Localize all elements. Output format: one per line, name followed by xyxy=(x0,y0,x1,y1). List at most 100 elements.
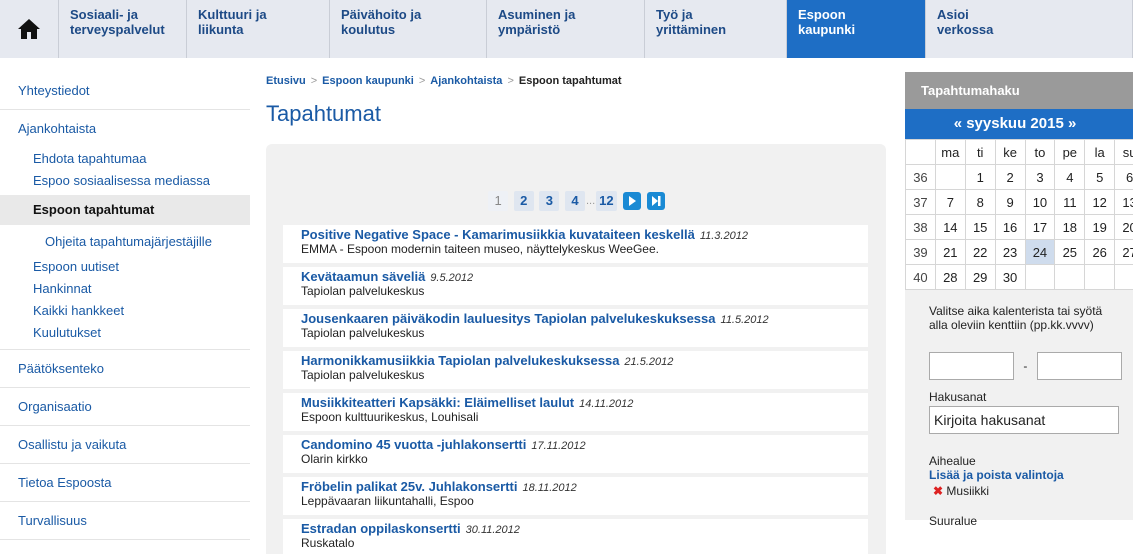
page-2[interactable]: 2 xyxy=(513,191,534,211)
sidebar-item-uutiset[interactable]: Espoon uutiset xyxy=(0,256,250,278)
nav-tab-espoon-kaupunki[interactable]: Espoon kaupunki xyxy=(787,0,926,58)
calendar-day[interactable]: 3 xyxy=(1024,164,1056,190)
breadcrumb-separator: > xyxy=(310,75,318,87)
end-date-input[interactable] xyxy=(1036,352,1122,380)
calendar-day[interactable]: 26 xyxy=(1084,239,1116,265)
calendar-day[interactable]: 27 xyxy=(1114,239,1133,265)
calendar-day[interactable]: 20 xyxy=(1114,214,1133,240)
breadcrumb: Etusivu > Espoon kaupunki > Ajankohtaista > Es… xyxy=(266,72,886,94)
event-title[interactable]: Musiikkiteatteri Kapsäkki: Eläimelliset … xyxy=(301,395,574,410)
event-title[interactable]: Positive Negative Space - Kamarimusiikki… xyxy=(301,227,695,242)
sidebar-item-hankinnat[interactable]: Hankinnat xyxy=(0,278,250,300)
sidebar-item-ohjeita[interactable]: Ohjeita tapahtumajärjestäjille xyxy=(0,228,250,256)
nav-tab-sosiaali[interactable]: Sosiaali- ja terveyspalvelut xyxy=(59,0,187,58)
calendar-day[interactable]: 15 xyxy=(964,214,996,240)
topic-label: Aihealue xyxy=(929,454,976,468)
event-place: Espoon kulttuurikeskus, Louhisali xyxy=(301,410,479,424)
next-page-button[interactable] xyxy=(623,192,642,210)
calendar-day[interactable]: 22 xyxy=(964,239,996,265)
nav-tab-asioi[interactable]: Asioi verkossa xyxy=(926,0,1133,58)
page-4[interactable]: 4 xyxy=(564,191,585,211)
calendar-day[interactable]: 14 xyxy=(934,214,966,240)
event-item: Estradan oppilaskonsertti 30.11.2012 Ruska… xyxy=(283,519,868,554)
event-item: Fröbelin palikat 25v. Juhlakonsertti 18.1… xyxy=(283,477,868,515)
calendar-day[interactable]: 25 xyxy=(1054,239,1086,265)
sidebar-item-osallistu[interactable]: Osallistu ja vaikuta xyxy=(0,426,250,464)
nav-tab-kulttuuri[interactable]: Kulttuuri ja liikunta xyxy=(187,0,330,58)
weekday-label: ma xyxy=(934,139,966,165)
sidebar-item-tapahtumat[interactable]: Espoon tapahtumat xyxy=(0,195,250,225)
calendar-day[interactable]: 17 xyxy=(1024,214,1056,240)
calendar-day[interactable]: 21 xyxy=(934,239,966,265)
calendar-day[interactable]: 28 xyxy=(934,264,966,290)
breadcrumb-ajankohtaista[interactable]: Ajankohtaista xyxy=(430,75,502,87)
breadcrumb-espoon-kaupunki[interactable]: Espoon kaupunki xyxy=(322,75,414,87)
event-title[interactable]: Candomino 45 vuotta -juhlakonsertti xyxy=(301,437,526,452)
calendar-day[interactable]: 29 xyxy=(964,264,996,290)
start-date-input[interactable] xyxy=(929,352,1014,380)
last-page-button[interactable] xyxy=(646,192,665,210)
keywords-input[interactable]: Kirjoita hakusanat xyxy=(929,406,1119,434)
sidebar-item-ajankohtaista[interactable]: Ajankohtaista xyxy=(0,110,250,148)
calendar-day[interactable]: 30 xyxy=(994,264,1026,290)
event-search-heading: Tapahtumahaku xyxy=(905,72,1133,109)
event-title[interactable]: Fröbelin palikat 25v. Juhlakonsertti xyxy=(301,479,518,494)
sidebar-item-kuulutukset[interactable]: Kuulutukset xyxy=(0,322,250,350)
selected-topic: ✖ Musiikki xyxy=(929,484,1133,498)
event-place: EMMA - Espoon modernin taiteen museo, nä… xyxy=(301,242,659,256)
calendar-day[interactable]: 19 xyxy=(1084,214,1116,240)
calendar-day[interactable]: 6 xyxy=(1114,164,1133,190)
event-title[interactable]: Harmonikkamusiikkia Tapiolan palvelukesk… xyxy=(301,353,619,368)
calendar-week-row: 37 7 8 9 10 11 12 13 xyxy=(905,189,1133,215)
breadcrumb-home[interactable]: Etusivu xyxy=(266,75,306,87)
calendar-day[interactable]: 9 xyxy=(994,189,1026,215)
calendar-day[interactable]: 5 xyxy=(1084,164,1116,190)
home-button[interactable] xyxy=(0,0,59,58)
page-3[interactable]: 3 xyxy=(539,191,560,211)
remove-icon[interactable]: ✖ xyxy=(933,484,943,498)
sidebar-item-ehdota[interactable]: Ehdota tapahtumaa xyxy=(0,148,250,170)
calendar-day-today[interactable]: 24 xyxy=(1024,239,1056,265)
event-search-panel: Tapahtumahaku « syyskuu 2015 » ma ti ke … xyxy=(905,72,1133,528)
event-list: Positive Negative Space - Kamarimusiikki… xyxy=(283,225,868,554)
date-instructions: Valitse aika kalenterista tai syötä alla… xyxy=(929,304,1103,332)
weekday-label: to xyxy=(1024,139,1056,165)
calendar-day[interactable]: 23 xyxy=(994,239,1026,265)
calendar-day[interactable]: 16 xyxy=(994,214,1026,240)
calendar-day[interactable]: 10 xyxy=(1024,189,1056,215)
calendar-day[interactable]: 1 xyxy=(964,164,996,190)
sidebar-item-yhteystiedot[interactable]: Yhteystiedot xyxy=(0,72,250,110)
calendar-day[interactable]: 13 xyxy=(1114,189,1133,215)
event-item: Jousenkaaren päiväkodin lauluesitys Tapi… xyxy=(283,309,868,347)
sidebar-item-some[interactable]: Espoo sosiaalisessa mediassa xyxy=(0,170,250,192)
nav-tab-asuminen[interactable]: Asuminen ja ympäristö xyxy=(487,0,645,58)
calendar-day[interactable]: 18 xyxy=(1054,214,1086,240)
page-12[interactable]: 12 xyxy=(596,191,617,211)
sidebar-item-paatoksenteko[interactable]: Päätöksenteko xyxy=(0,350,250,388)
nav-tab-paivahoito[interactable]: Päivähoito ja koulutus xyxy=(330,0,487,58)
event-place: Tapiolan palvelukeskus xyxy=(301,284,425,298)
event-title[interactable]: Estradan oppilaskonsertti xyxy=(301,521,461,536)
weekday-label: ti xyxy=(964,139,996,165)
calendar-day[interactable]: 2 xyxy=(994,164,1026,190)
calendar-day[interactable]: 12 xyxy=(1084,189,1116,215)
sidebar-item-tietoa[interactable]: Tietoa Espoosta xyxy=(0,464,250,502)
calendar-day[interactable]: 8 xyxy=(964,189,996,215)
sidebar: Yhteystiedot Ajankohtaista Ehdota tapaht… xyxy=(0,72,250,540)
calendar-month-nav[interactable]: « syyskuu 2015 » xyxy=(905,109,1133,139)
event-item: Kevätaamun säveliä 9.5.2012 Tapiolan palve… xyxy=(283,267,868,305)
nav-tab-tyo[interactable]: Työ ja yrittäminen xyxy=(645,0,787,58)
event-place: Tapiolan palvelukeskus xyxy=(301,368,425,382)
sidebar-item-organisaatio[interactable]: Organisaatio xyxy=(0,388,250,426)
sidebar-item-turvallisuus[interactable]: Turvallisuus xyxy=(0,502,250,540)
calendar-day[interactable]: 11 xyxy=(1054,189,1086,215)
weekday-label: su xyxy=(1114,139,1133,165)
sidebar-item-hankkeet[interactable]: Kaikki hankkeet xyxy=(0,300,250,322)
event-title[interactable]: Jousenkaaren päiväkodin lauluesitys Tapi… xyxy=(301,311,716,326)
edit-topics-link[interactable]: Lisää ja poista valintoja xyxy=(929,468,1133,482)
event-title[interactable]: Kevätaamun säveliä xyxy=(301,269,425,284)
calendar-day[interactable]: 4 xyxy=(1054,164,1086,190)
week-number: 36 xyxy=(905,164,936,190)
event-place: Olarin kirkko xyxy=(301,452,368,466)
calendar-day[interactable]: 7 xyxy=(934,189,966,215)
